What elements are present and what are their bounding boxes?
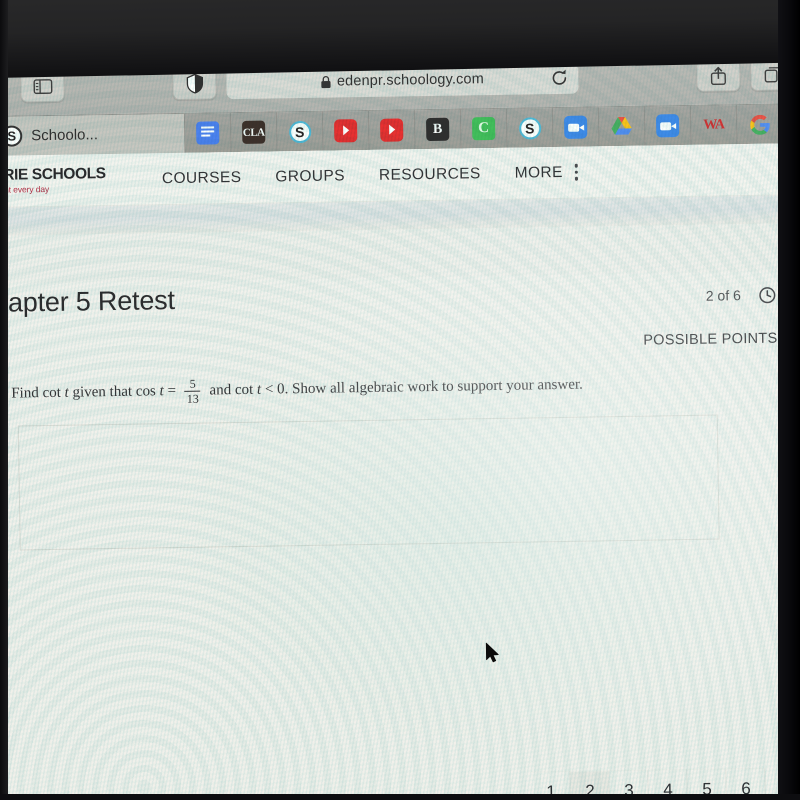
browser-tab-schoology[interactable]: S Schoolo... xyxy=(0,113,186,156)
answer-input-area[interactable] xyxy=(17,414,720,551)
page-title: Chapter 5 Retest xyxy=(0,285,175,319)
possible-points: POSSIBLE POINTS: 1 xyxy=(643,330,795,349)
youtube-icon-2 xyxy=(380,118,404,142)
laptop-bezel-bottom xyxy=(0,794,800,800)
google-icon xyxy=(748,113,771,136)
mouse-cursor xyxy=(485,642,500,664)
b-bookmark[interactable]: B xyxy=(414,109,462,150)
video-camera-icon-2 xyxy=(655,114,680,138)
logo-title: PRAIRIE SCHOOLS xyxy=(0,165,106,185)
nav-item-groups[interactable]: GROUPS xyxy=(275,167,345,186)
google-bookmark[interactable] xyxy=(736,104,784,145)
youtube-bookmark-2[interactable] xyxy=(368,110,416,150)
wa-icon: WA xyxy=(703,116,725,133)
nav-item-courses[interactable]: COURSES xyxy=(162,168,242,187)
sidebar-toggle-icon xyxy=(32,78,52,94)
privacy-shield-icon xyxy=(186,73,203,94)
district-logo[interactable]: PRAIRIE SCHOOLS ach student every day xyxy=(0,165,128,195)
video-call-bookmark-2[interactable] xyxy=(644,105,692,146)
reload-icon[interactable] xyxy=(550,69,568,87)
schoology-icon-2: S xyxy=(518,116,541,140)
b-icon: B xyxy=(425,117,450,142)
timer xyxy=(759,286,780,303)
schoology-bookmark[interactable]: S xyxy=(276,111,324,152)
youtube-icon-1 xyxy=(334,119,358,143)
schoology-page: PRAIRIE SCHOOLS ach student every day CO… xyxy=(0,143,800,800)
schoology-icon: S xyxy=(288,120,311,143)
laptop-bezel-left xyxy=(0,0,8,800)
google-drive-bookmark[interactable] xyxy=(598,106,646,147)
question-part-3: and cot xyxy=(205,381,258,399)
fraction-five-thirteenths: 5 13 xyxy=(184,376,201,406)
more-options-icon[interactable] xyxy=(574,163,579,181)
google-docs-icon xyxy=(196,121,220,145)
question-part-2: given that cos xyxy=(68,383,160,401)
fraction-numerator: 5 xyxy=(189,376,196,391)
question-text: Find cot t given that cos t = 5 13 and c… xyxy=(0,368,800,408)
question-part-1: Find cot xyxy=(11,384,65,402)
logo-tagline: ach student every day xyxy=(0,184,50,195)
screen-content: edenpr.schoology.com S Schoolo... CLA S … xyxy=(0,45,800,800)
schoology-bookmark-2[interactable]: S xyxy=(506,108,554,148)
question-counter: 2 of 6 xyxy=(705,287,741,304)
video-camera-icon-1 xyxy=(563,115,588,139)
google-drive-icon xyxy=(610,115,633,138)
wa-bookmark[interactable]: WA xyxy=(690,105,738,145)
tab-title: Schoolo... xyxy=(31,126,99,145)
nav-item-resources[interactable]: RESOURCES xyxy=(379,165,481,185)
lock-icon xyxy=(321,75,332,88)
clock-icon xyxy=(759,286,776,303)
url-text: edenpr.schoology.com xyxy=(336,71,485,90)
c-bookmark[interactable]: C xyxy=(460,108,508,149)
google-docs-bookmark[interactable] xyxy=(184,113,232,153)
youtube-bookmark-1[interactable] xyxy=(322,110,370,151)
cla-icon: CLA xyxy=(242,120,266,144)
assessment-meta: 2 of 6 xyxy=(706,286,780,304)
cla-bookmark[interactable]: CLA xyxy=(230,112,278,153)
question-equals: = xyxy=(163,382,180,400)
question-part-4: < 0. Show all algebraic work to support … xyxy=(261,376,583,398)
fraction-denominator: 13 xyxy=(186,391,199,406)
laptop-screen-photo: edenpr.schoology.com S Schoolo... CLA S … xyxy=(0,0,800,800)
laptop-bezel-right xyxy=(778,0,800,800)
c-icon: C xyxy=(471,116,496,141)
video-call-bookmark-1[interactable] xyxy=(552,107,600,148)
nav-item-more[interactable]: MORE xyxy=(515,163,563,182)
share-icon xyxy=(710,66,726,85)
